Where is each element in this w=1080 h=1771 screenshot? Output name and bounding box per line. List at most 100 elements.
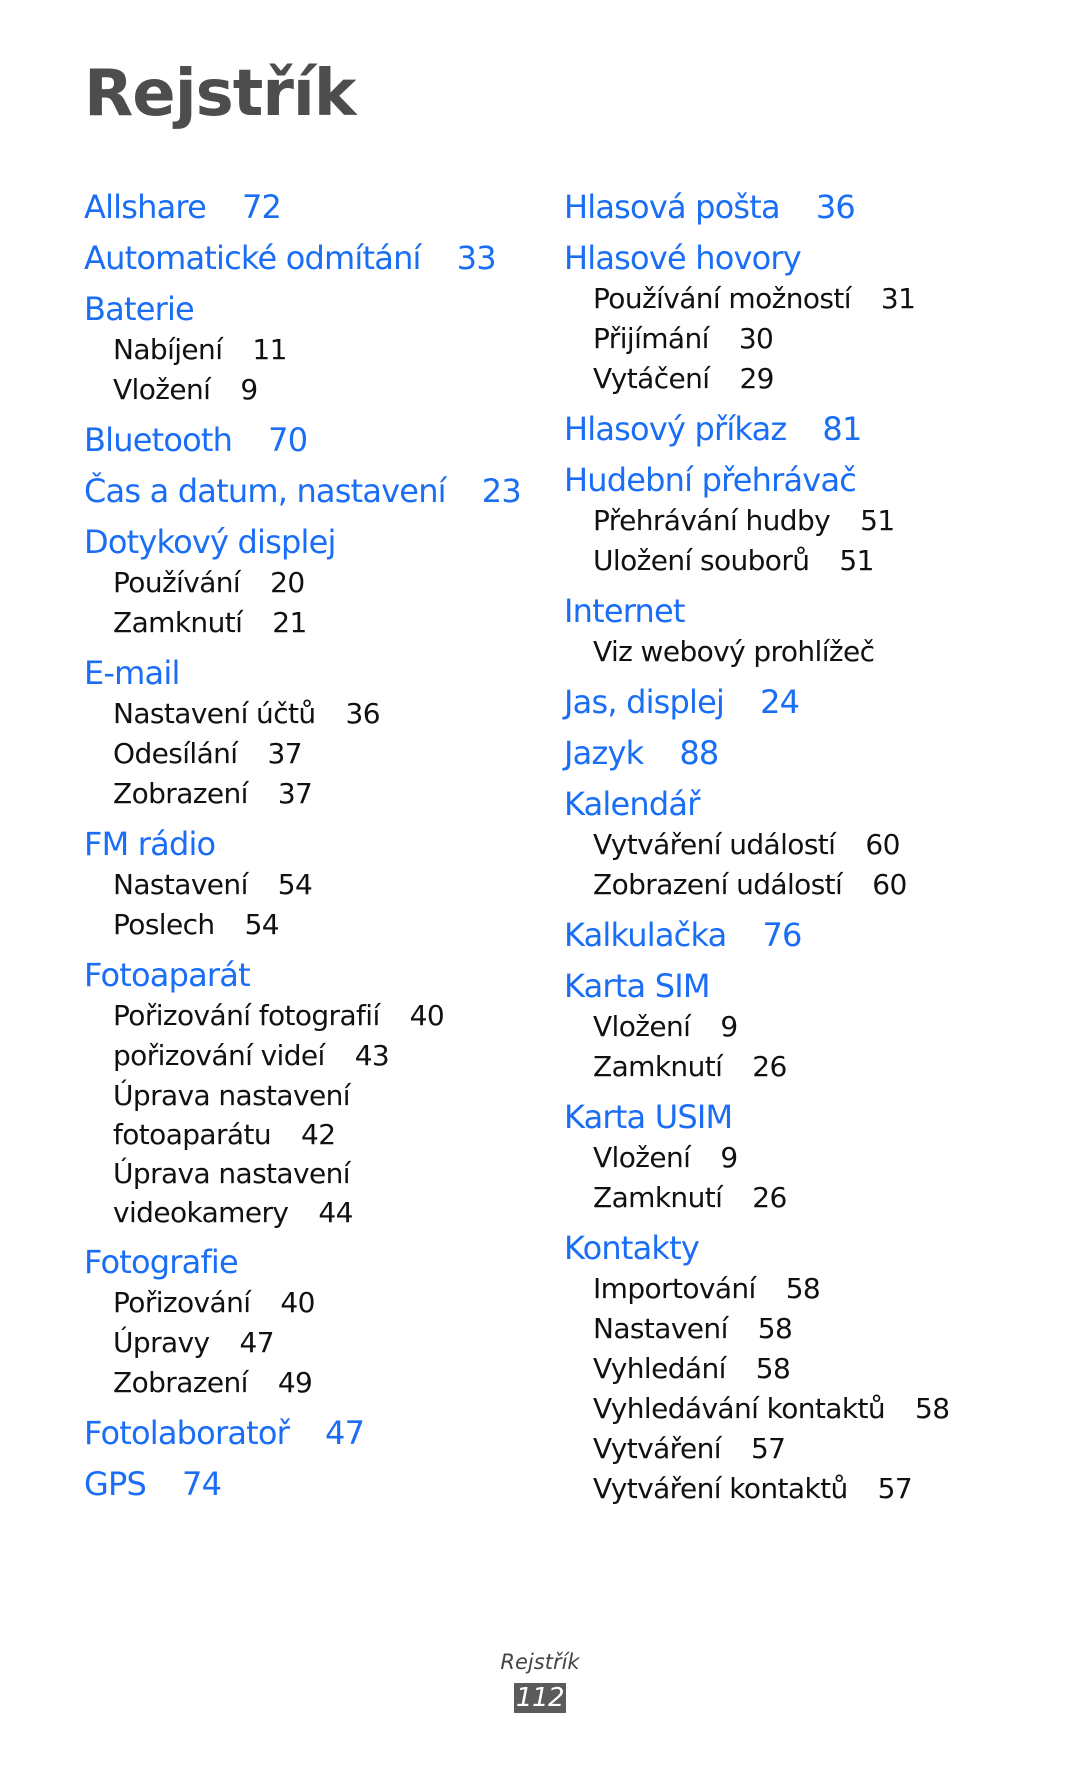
index-heading[interactable]: Kalendář — [564, 783, 1044, 825]
page-ref[interactable]: 20 — [270, 566, 305, 599]
subentry[interactable]: Vložení 9 — [593, 1007, 1044, 1047]
subentry[interactable]: Uložení souborů 51 — [593, 541, 1044, 581]
page-ref[interactable]: 40 — [410, 999, 445, 1032]
index-heading[interactable]: GPS 74 — [84, 1463, 544, 1505]
index-heading[interactable]: Allshare 72 — [84, 186, 544, 228]
page-ref[interactable]: 9 — [720, 1141, 738, 1174]
page-ref[interactable]: 57 — [751, 1432, 786, 1465]
page-ref[interactable]: 54 — [245, 908, 280, 941]
subentry[interactable]: Vyhledání 58 — [593, 1349, 1044, 1389]
page-ref[interactable]: 24 — [760, 683, 800, 721]
index-heading[interactable]: Dotykový displej — [84, 521, 544, 563]
subentry[interactable]: pořizování videí 43 — [113, 1036, 544, 1076]
page-ref[interactable]: 57 — [878, 1472, 913, 1505]
subentry[interactable]: Nabíjení 11 — [113, 330, 544, 370]
index-heading[interactable]: Kalkulačka 76 — [564, 914, 1044, 956]
page-ref[interactable]: 23 — [482, 472, 522, 510]
page-ref[interactable]: 29 — [739, 362, 774, 395]
index-heading[interactable]: FM rádio — [84, 823, 544, 865]
subentry[interactable]: Zobrazení 37 — [113, 774, 544, 814]
page-ref[interactable]: 54 — [278, 868, 313, 901]
page-ref[interactable]: 26 — [752, 1181, 787, 1214]
index-heading[interactable]: Hudební přehrávač — [564, 459, 1044, 501]
page-ref[interactable]: 49 — [278, 1366, 313, 1399]
subentry[interactable]: Nastavení 54 — [113, 865, 544, 905]
subentry[interactable]: Používání 20 — [113, 563, 544, 603]
page-ref[interactable]: 40 — [280, 1286, 315, 1319]
subentry[interactable]: Zobrazení událostí 60 — [593, 865, 1044, 905]
subentry[interactable]: Zamknutí 21 — [113, 603, 544, 643]
page-ref[interactable]: 42 — [301, 1118, 336, 1151]
index-heading[interactable]: Jazyk 88 — [564, 732, 1044, 774]
page-ref[interactable]: 74 — [182, 1465, 222, 1503]
page-ref[interactable]: 70 — [268, 421, 308, 459]
index-heading[interactable]: Čas a datum, nastavení 23 — [84, 470, 544, 512]
subentry[interactable]: Pořizování 40 — [113, 1283, 544, 1323]
index-heading[interactable]: Hlasové hovory — [564, 237, 1044, 279]
page-ref[interactable]: 76 — [762, 916, 802, 954]
page-ref[interactable]: 37 — [267, 737, 302, 770]
subentry-continuation[interactable]: videokamery 44 — [113, 1193, 544, 1232]
index-heading[interactable]: Hlasová pošta 36 — [564, 186, 1044, 228]
page-ref[interactable]: 9 — [240, 373, 258, 406]
subentry[interactable]: Vytáčení 29 — [593, 359, 1044, 399]
index-heading[interactable]: Baterie — [84, 288, 544, 330]
subentry[interactable]: Vytváření událostí 60 — [593, 825, 1044, 865]
page-ref[interactable]: 58 — [758, 1312, 793, 1345]
page-ref[interactable]: 60 — [872, 868, 907, 901]
subentry[interactable]: Přehrávání hudby 51 — [593, 501, 1044, 541]
subentry[interactable]: Zamknutí 26 — [593, 1178, 1044, 1218]
subentry[interactable]: Vložení 9 — [113, 370, 544, 410]
page-ref[interactable]: 47 — [239, 1326, 274, 1359]
index-heading[interactable]: Internet — [564, 590, 1044, 632]
subentry[interactable]: Vyhledávání kontaktů 58 — [593, 1389, 1044, 1429]
page-ref[interactable]: 88 — [679, 734, 719, 772]
page-ref[interactable]: 26 — [752, 1050, 787, 1083]
page-ref[interactable]: 47 — [325, 1414, 365, 1452]
subentry[interactable]: Importování 58 — [593, 1269, 1044, 1309]
subentry[interactable]: Viz webový prohlížeč — [593, 632, 1044, 672]
subentry[interactable]: Nastavení účtů 36 — [113, 694, 544, 734]
subentry[interactable]: Poslech 54 — [113, 905, 544, 945]
index-heading[interactable]: Automatické odmítání 33 — [84, 237, 544, 279]
subentry[interactable]: Úprava nastavení — [113, 1076, 544, 1115]
subentry[interactable]: Zobrazení 49 — [113, 1363, 544, 1403]
index-heading[interactable]: Fotografie — [84, 1241, 544, 1283]
subentry[interactable]: Používání možností 31 — [593, 279, 1044, 319]
subentry[interactable]: Odesílání 37 — [113, 734, 544, 774]
page-ref[interactable]: 31 — [881, 282, 916, 315]
page-ref[interactable]: 43 — [355, 1039, 390, 1072]
index-heading[interactable]: Karta USIM — [564, 1096, 1044, 1138]
page-ref[interactable]: 72 — [242, 188, 282, 226]
index-heading[interactable]: Karta SIM — [564, 965, 1044, 1007]
page-ref[interactable]: 51 — [839, 544, 874, 577]
index-heading[interactable]: E-mail — [84, 652, 544, 694]
page-ref[interactable]: 9 — [720, 1010, 738, 1043]
page-ref[interactable]: 60 — [865, 828, 900, 861]
index-heading[interactable]: Fotoaparát — [84, 954, 544, 996]
page-ref[interactable]: 58 — [915, 1392, 950, 1425]
subentry[interactable]: Úpravy 47 — [113, 1323, 544, 1363]
page-ref[interactable]: 33 — [457, 239, 497, 277]
index-heading[interactable]: Kontakty — [564, 1227, 1044, 1269]
page-ref[interactable]: 36 — [816, 188, 856, 226]
page-ref[interactable]: 11 — [252, 333, 287, 366]
subentry-continuation[interactable]: fotoaparátu 42 — [113, 1115, 544, 1154]
subentry[interactable]: Vložení 9 — [593, 1138, 1044, 1178]
subentry[interactable]: Nastavení 58 — [593, 1309, 1044, 1349]
page-ref[interactable]: 51 — [860, 504, 895, 537]
page-ref[interactable]: 36 — [346, 697, 381, 730]
page-ref[interactable]: 44 — [318, 1196, 353, 1229]
subentry[interactable]: Vytváření kontaktů 57 — [593, 1469, 1044, 1509]
page-ref[interactable]: 30 — [739, 322, 774, 355]
page-ref[interactable]: 81 — [822, 410, 862, 448]
subentry[interactable]: Zamknutí 26 — [593, 1047, 1044, 1087]
index-heading[interactable]: Bluetooth 70 — [84, 419, 544, 461]
index-heading[interactable]: Hlasový příkaz 81 — [564, 408, 1044, 450]
page-ref[interactable]: 58 — [756, 1352, 791, 1385]
index-heading[interactable]: Jas, displej 24 — [564, 681, 1044, 723]
subentry[interactable]: Vytváření 57 — [593, 1429, 1044, 1469]
page-ref[interactable]: 58 — [786, 1272, 821, 1305]
subentry[interactable]: Přijímání 30 — [593, 319, 1044, 359]
page-ref[interactable]: 37 — [278, 777, 313, 810]
